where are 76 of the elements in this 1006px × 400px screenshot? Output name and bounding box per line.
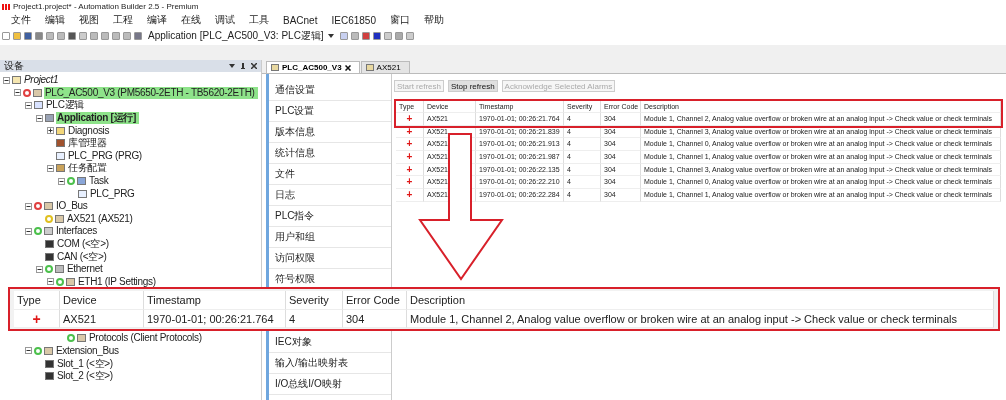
tree-item[interactable]: Extension_Bus — [55, 345, 122, 357]
menu-item[interactable]: 视图 — [72, 13, 106, 27]
nav-item[interactable]: IEC对象 — [269, 332, 391, 353]
collapse-toggle[interactable] — [58, 177, 65, 185]
menu-item[interactable]: 调试 — [208, 13, 242, 27]
collapse-toggle[interactable] — [47, 164, 54, 172]
window-title: Project1.project* - Automation Builder 2.5 - Premium — [13, 2, 199, 11]
collapse-toggle[interactable] — [25, 202, 32, 210]
panel-title: 设备 — [4, 59, 24, 73]
collapse-toggle[interactable] — [47, 278, 54, 286]
menu-item[interactable]: 编辑 — [38, 13, 72, 27]
menu-item[interactable]: 在线 — [174, 13, 208, 27]
tree-item[interactable]: Interfaces — [55, 225, 100, 238]
tree-item[interactable]: PLC_PRG (PRG) — [67, 149, 145, 162]
toolbar-button[interactable]: Stop refresh — [448, 80, 498, 92]
menu-item[interactable]: 文件 — [4, 13, 38, 27]
tree-item[interactable]: PLC逻辑 — [45, 99, 87, 112]
dropdown-icon[interactable] — [229, 64, 235, 68]
tree-item[interactable]: Diagnosis — [67, 124, 113, 137]
collapse-toggle[interactable] — [36, 114, 43, 122]
pin-icon[interactable] — [241, 62, 245, 70]
collapse-toggle[interactable] — [3, 76, 10, 84]
collapse-toggle[interactable] — [25, 102, 32, 109]
menu-item[interactable]: 帮助 — [416, 13, 451, 27]
tree-item[interactable]: PLC_AC500_V3 (PM5650-2ETH - TB5620-2ETH) — [44, 86, 258, 99]
tree-item[interactable]: Task — [88, 175, 112, 188]
nav-item[interactable]: PLC指令 — [269, 206, 391, 227]
close-icon[interactable] — [344, 64, 351, 71]
nav-item[interactable]: I/O总线I/O映射 — [269, 374, 391, 395]
close-icon[interactable] — [251, 63, 257, 69]
menu-item[interactable]: 窗口 — [382, 13, 417, 27]
logo-icon — [2, 3, 10, 10]
tree-item[interactable]: Slot_1 (<空>) — [56, 357, 116, 370]
nav-item[interactable]: 通信设置 — [269, 80, 391, 101]
collapse-toggle[interactable] — [14, 89, 21, 97]
table-cell: AX521 — [60, 310, 144, 328]
tab-icon — [271, 64, 279, 71]
collapse-toggle[interactable] — [25, 347, 32, 355]
tree-item[interactable]: AX521 (AX521) — [66, 212, 136, 225]
menu-item[interactable]: 编译 — [140, 13, 174, 27]
nav-item[interactable]: 文件 — [269, 164, 391, 185]
tree-item[interactable]: PLC_PRG — [89, 187, 138, 200]
nav-item[interactable]: 统计信息 — [269, 143, 391, 164]
nav-item[interactable]: 输入/输出映射表 — [269, 353, 391, 374]
tree-item[interactable]: ETH1 (IP Settings) — [77, 275, 159, 288]
tree-item[interactable]: IO_Bus — [55, 200, 91, 213]
menu-item[interactable]: BACnet — [276, 14, 325, 26]
nav-item[interactable]: PLC设置 — [269, 101, 391, 122]
tab-icon — [365, 64, 374, 71]
editor-tab[interactable]: PLC_AC500_V3 — [266, 61, 360, 73]
tree-item[interactable]: Application [运行] — [56, 112, 140, 125]
nav-item[interactable]: 用户和组 — [269, 227, 391, 248]
menu-item[interactable]: IEC61850 — [324, 14, 383, 26]
tree-item[interactable]: Ethernet — [66, 263, 106, 276]
collapse-toggle[interactable] — [25, 227, 32, 235]
nav-item[interactable]: 版本信息 — [269, 122, 391, 143]
tree-item[interactable]: CAN (<空>) — [56, 250, 110, 263]
expand-toggle[interactable] — [47, 127, 54, 135]
table-cell: 304 — [343, 310, 407, 328]
tree-item[interactable]: Slot_2 (<空>) — [56, 370, 116, 383]
table-cell: 1970-01-01; 00:26:21.764 — [144, 310, 286, 328]
table-cell: Module 1, Channel 2, Analog value overflow or broken wire at an analog input -> Check value or check terminals — [407, 310, 994, 328]
menu-item[interactable]: 工具 — [242, 13, 276, 27]
application-selector[interactable]: Application [PLC_AC500_V3: PLC逻辑] — [145, 29, 337, 43]
nav-item[interactable]: 日志 — [269, 185, 391, 206]
menu-item[interactable]: 工程 — [106, 13, 140, 27]
caret-icon — [327, 34, 334, 38]
tree-item[interactable]: Project1 — [23, 74, 62, 87]
nav-item[interactable]: 访问权限 — [269, 248, 391, 269]
tree-item[interactable]: Protocols (Client Protocols) — [88, 332, 205, 345]
table-cell: 4 — [286, 310, 343, 328]
editor-tab[interactable]: AX521 — [360, 61, 410, 73]
tree-item[interactable]: 任务配置 — [67, 162, 110, 175]
tree-item[interactable]: COM (<空>) — [56, 238, 112, 250]
collapse-toggle[interactable] — [36, 265, 43, 273]
tree-item[interactable]: 库管理器 — [67, 137, 110, 150]
